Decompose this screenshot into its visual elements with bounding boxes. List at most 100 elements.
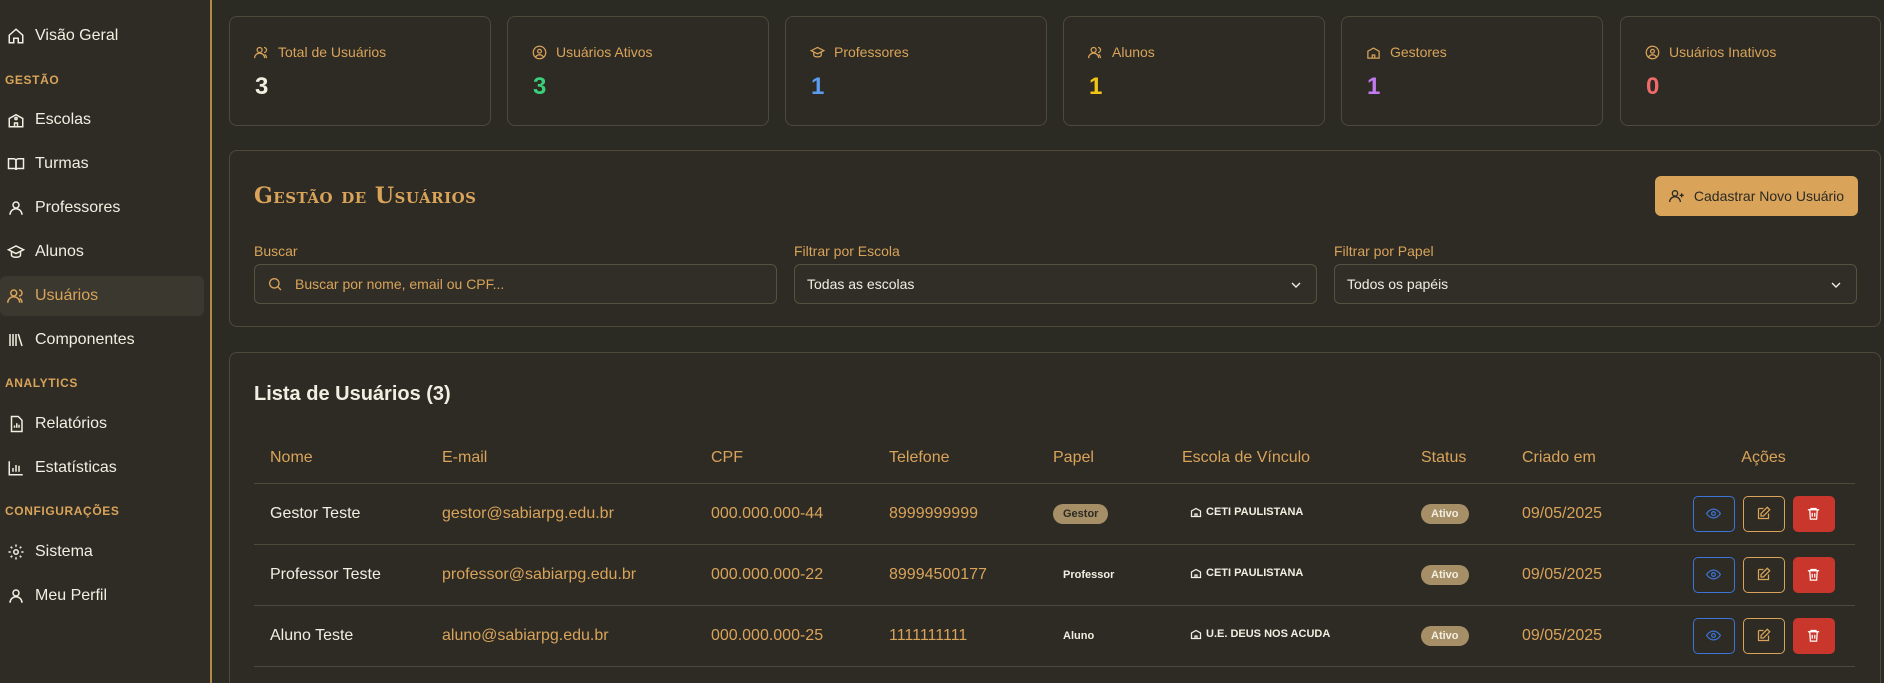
school-icon [1190,507,1202,517]
status-badge: Ativo [1421,503,1469,524]
cell-name: Aluno Teste [254,605,426,667]
delete-button[interactable] [1792,556,1835,593]
edit-button[interactable] [1742,617,1785,654]
section-label-analytics: ANALYTICS [5,376,78,390]
cell-actions [1656,544,1855,606]
section-label-configuracoes: CONFIGURAÇÕES [5,504,120,518]
column-header: Ações [1656,433,1855,484]
eye-icon [1706,508,1721,519]
school-filter-value: Todas as escolas [807,276,915,292]
school-tag: CETI PAULISTANA [1190,506,1303,518]
view-button[interactable] [1692,556,1735,593]
stat-card-ativos: Usuários Ativos 3 [507,16,769,126]
main-content: Total de Usuários 3 Usuários Ativos 3 Pr… [214,0,1884,683]
sidebar-item-sistema[interactable]: Sistema [0,532,204,572]
sidebar-item-meu-perfil[interactable]: Meu Perfil [0,576,204,616]
role-badge: Gestor [1053,503,1109,524]
chevron-down-icon [1831,282,1841,288]
cell-status: Ativo [1405,605,1506,667]
users-table: Nome E-mail CPF Telefone Papel Escola de… [254,433,1855,667]
sidebar-item-escolas[interactable]: Escolas [0,100,204,140]
stat-label-text: Usuários Ativos [556,44,653,60]
user-icon [7,587,25,605]
graduation-cap-icon [7,243,25,261]
stat-label: Total de Usuários [254,44,386,60]
column-header: Criado em [1506,433,1656,484]
school-icon [1367,46,1380,59]
school-name: U.E. DEUS NOS ACUDA [1206,627,1331,640]
column-header: Papel [1037,433,1166,484]
cell-status: Ativo [1405,544,1506,606]
stat-label-text: Gestores [1390,44,1447,60]
sidebar: Visão Geral GESTÃO Escolas Turmas Profes… [0,0,212,683]
sidebar-item-visao-geral[interactable]: Visão Geral [0,16,204,56]
edit-button[interactable] [1742,556,1785,593]
edit-button[interactable] [1742,495,1785,532]
add-user-button-label: Cadastrar Novo Usuário [1693,188,1845,204]
sidebar-item-relatorios[interactable]: Relatórios [0,404,204,444]
cell-school: CETI PAULISTANA [1166,544,1405,606]
cell-role: Gestor [1037,483,1166,545]
sidebar-item-label: Escolas [35,111,92,128]
book-open-icon [7,155,25,173]
view-button[interactable] [1692,495,1735,532]
column-header: Escola de Vínculo [1166,433,1405,484]
sidebar-item-label: Alunos [35,243,84,260]
role-filter-select[interactable]: Todos os papéis [1334,264,1857,304]
stat-label-text: Total de Usuários [278,44,387,60]
cell-role: Aluno [1037,605,1166,667]
column-header: Status [1405,433,1506,484]
table-header-row: Nome E-mail CPF Telefone Papel Escola de… [254,433,1855,484]
edit-icon [1757,567,1771,581]
edit-icon [1757,506,1771,520]
cell-created: 09/05/2025 [1506,605,1656,667]
trash-icon [1807,507,1820,520]
sidebar-item-label: Estatísticas [35,459,117,476]
school-filter-select[interactable]: Todas as escolas [794,264,1317,304]
delete-button[interactable] [1792,617,1835,654]
stat-card-professores: Professores 1 [785,16,1047,126]
stat-value: 1 [1089,73,1103,100]
cell-status: Ativo [1405,483,1506,545]
status-badge: Ativo [1421,625,1469,646]
column-header: CPF [695,433,873,484]
eye-icon [1706,630,1721,641]
cell-name: Professor Teste [254,544,426,606]
sidebar-item-alunos[interactable]: Alunos [0,232,204,272]
role-filter-value: Todos os papéis [1347,276,1449,292]
sidebar-item-professores[interactable]: Professores [0,188,204,228]
sidebar-item-estatisticas[interactable]: Estatísticas [0,448,204,488]
add-user-button[interactable]: Cadastrar Novo Usuário [1655,176,1858,216]
stat-label-text: Usuários Inativos [1669,44,1777,60]
column-header: Nome [254,433,426,484]
stat-card-inativos: Usuários Inativos 0 [1620,16,1881,126]
cell-school: CETI PAULISTANA [1166,483,1405,545]
sidebar-item-label: Relatórios [35,415,108,432]
sidebar-item-label: Professores [35,199,121,216]
sidebar-item-label: Visão Geral [35,27,119,44]
trash-icon [1807,629,1820,642]
sidebar-item-componentes[interactable]: Componentes [0,320,204,360]
section-label-gestao: GESTÃO [5,73,60,87]
search-label: Buscar [254,243,298,259]
sidebar-item-usuarios[interactable]: Usuários [0,276,204,316]
view-button[interactable] [1692,617,1735,654]
report-icon [7,415,25,433]
sidebar-item-turmas[interactable]: Turmas [0,144,204,184]
stat-label: Professores [810,44,909,60]
search-input[interactable]: Buscar por nome, email ou CPF... [254,264,777,304]
eye-icon [1706,569,1721,580]
table-row: Aluno Teste aluno@sabiarpg.edu.br 000.00… [254,605,1855,667]
stat-value: 1 [811,73,825,100]
cell-school: U.E. DEUS NOS ACUDA [1166,605,1405,667]
school-icon [7,111,25,129]
cell-created: 09/05/2025 [1506,544,1656,606]
school-filter-label: Filtrar por Escola [794,243,900,259]
cell-cpf: 000.000.000-44 [695,483,873,545]
school-name: CETI PAULISTANA [1206,566,1304,579]
cell-actions [1656,605,1855,667]
stat-label: Usuários Ativos [532,44,652,60]
user-list-panel: Lista de Usuários (3) Nome E-mail CPF Te… [229,352,1881,683]
sidebar-item-label: Componentes [35,331,135,348]
delete-button[interactable] [1792,495,1835,532]
